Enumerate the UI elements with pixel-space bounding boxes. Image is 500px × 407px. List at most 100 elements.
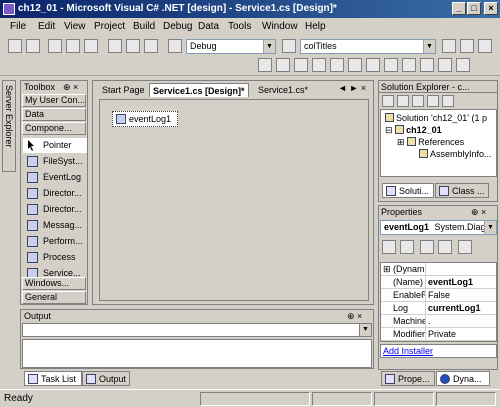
save-all-icon[interactable]: [84, 39, 98, 53]
align-left-icon[interactable]: [258, 58, 272, 72]
property-row-dynamic[interactable]: ⊞ (Dynami: [381, 263, 496, 276]
minimize-button[interactable]: _: [452, 2, 466, 15]
tab-output[interactable]: Output: [82, 371, 130, 386]
find-icon[interactable]: [282, 39, 296, 53]
menu-file[interactable]: File: [10, 21, 26, 32]
property-value[interactable]: .: [428, 315, 496, 327]
start-debug-icon[interactable]: [168, 39, 182, 53]
toolbox-item-pointer[interactable]: Pointer: [23, 138, 87, 153]
tree-item-solution[interactable]: Solution 'ch12_01' (1 p: [385, 112, 487, 124]
copy-icon[interactable]: [126, 39, 140, 53]
properties-icon[interactable]: [382, 95, 394, 107]
menu-build[interactable]: Build: [133, 21, 155, 32]
tab-solution-explorer[interactable]: Soluti...: [382, 183, 434, 198]
menu-project[interactable]: Project: [94, 21, 125, 32]
menu-window[interactable]: Window: [262, 21, 298, 32]
toolbox-category-general[interactable]: General: [22, 291, 86, 304]
toolbox-item-directoryentry[interactable]: Director...: [23, 186, 87, 201]
properties-object-select[interactable]: eventLog1 System.Diag ▼: [380, 220, 497, 235]
property-row-enableraisingevents[interactable]: EnableR False: [381, 289, 496, 302]
align-bottom-icon[interactable]: [348, 58, 362, 72]
property-row-machinename[interactable]: Machine .: [381, 315, 496, 328]
expand-icon[interactable]: ⊞: [397, 137, 405, 147]
toolbox-category-components[interactable]: Compone...: [22, 122, 86, 135]
collapse-icon[interactable]: ⊟: [385, 125, 393, 135]
property-row-log[interactable]: Log currentLog1: [381, 302, 496, 315]
toolbox-item-process[interactable]: Process: [23, 250, 87, 265]
tree-item-references[interactable]: ⊞ References: [397, 136, 464, 148]
tab-dynamic-help[interactable]: Dyna...: [436, 371, 490, 386]
toolbox-item-eventlog[interactable]: EventLog: [23, 170, 87, 185]
categorized-icon[interactable]: [382, 240, 396, 254]
show-all-files-icon[interactable]: [397, 95, 409, 107]
new-project-icon[interactable]: [8, 39, 22, 53]
tree-item-project[interactable]: ⊟ ch12_01: [385, 124, 442, 136]
menu-help[interactable]: Help: [305, 21, 326, 32]
chevron-down-icon[interactable]: ▼: [263, 40, 275, 53]
paste-icon[interactable]: [144, 39, 158, 53]
toolbox-category-user-controls[interactable]: My User Con...: [22, 94, 86, 107]
view-designer-icon[interactable]: [442, 95, 454, 107]
toolbox-icon[interactable]: [478, 39, 492, 53]
solution-explorer-icon[interactable]: [442, 39, 456, 53]
close-button[interactable]: ×: [484, 2, 498, 15]
cut-icon[interactable]: [108, 39, 122, 53]
spacing-icon[interactable]: [420, 58, 434, 72]
align-middle-icon[interactable]: [330, 58, 344, 72]
add-item-icon[interactable]: [26, 39, 40, 53]
make-same-size-icon[interactable]: [402, 58, 416, 72]
output-pin-close[interactable]: ⊕ ×: [347, 311, 362, 322]
maximize-button[interactable]: □: [467, 2, 481, 15]
toolbox-item-performancecounter[interactable]: Perform...: [23, 234, 87, 249]
output-text-area[interactable]: [22, 339, 372, 368]
tab-start-page[interactable]: Start Page: [99, 83, 148, 97]
tab-task-list[interactable]: Task List: [24, 371, 82, 386]
make-same-height-icon[interactable]: [384, 58, 398, 72]
events-icon[interactable]: [438, 240, 452, 254]
chevron-down-icon[interactable]: ▼: [484, 221, 496, 234]
open-icon[interactable]: [48, 39, 62, 53]
property-pages-icon[interactable]: [458, 240, 472, 254]
properties-pin-close[interactable]: ⊕ ×: [471, 207, 486, 218]
tab-service1-design[interactable]: Service1.cs [Design]*: [149, 83, 249, 97]
align-right-icon[interactable]: [294, 58, 308, 72]
property-row-modifiers[interactable]: Modifier Private: [381, 328, 496, 341]
design-surface[interactable]: eventLog1: [99, 99, 369, 301]
properties-view-icon[interactable]: [420, 240, 434, 254]
toolbox-pin-close[interactable]: ⊕ ×: [63, 82, 78, 93]
bring-to-front-icon[interactable]: [456, 58, 470, 72]
property-value[interactable]: Private: [428, 328, 496, 340]
eventlog1-component[interactable]: eventLog1: [112, 111, 178, 127]
align-center-icon[interactable]: [276, 58, 290, 72]
chevron-down-icon[interactable]: ▼: [359, 324, 371, 336]
menu-debug[interactable]: Debug: [163, 21, 192, 32]
server-explorer-tab[interactable]: Server Explorer: [2, 80, 16, 172]
property-value[interactable]: currentLog1: [428, 302, 496, 314]
toolbox-item-filesystemwatcher[interactable]: FileSyst...: [23, 154, 87, 169]
expand-icon[interactable]: ⊞: [383, 263, 391, 275]
configuration-select[interactable]: Debug ▼: [186, 39, 276, 54]
tab-class-view[interactable]: Class ...: [435, 183, 489, 198]
find-combo[interactable]: colTitles ▼: [300, 39, 436, 54]
menu-edit[interactable]: Edit: [38, 21, 55, 32]
make-same-width-icon[interactable]: [366, 58, 380, 72]
toolbox-category-windows-forms[interactable]: Windows...: [22, 277, 86, 290]
toolbox-item-directorysearcher[interactable]: Director...: [23, 202, 87, 217]
tab-nav-buttons[interactable]: ◄ ► ×: [338, 83, 366, 93]
menu-data[interactable]: Data: [198, 21, 219, 32]
output-source-select[interactable]: ▼: [22, 323, 372, 337]
properties-icon[interactable]: [460, 39, 474, 53]
center-horizontal-icon[interactable]: [438, 58, 452, 72]
tree-item-assemblyinfo[interactable]: AssemblyInfo...: [419, 148, 492, 160]
toolbox-item-messagequeue[interactable]: Messag...: [23, 218, 87, 233]
menu-tools[interactable]: Tools: [228, 21, 251, 32]
menu-view[interactable]: View: [64, 21, 86, 32]
tab-service1-code[interactable]: Service1.cs*: [255, 83, 311, 97]
add-installer-link[interactable]: Add Installer: [383, 346, 433, 356]
chevron-down-icon[interactable]: ▼: [423, 40, 435, 53]
property-value[interactable]: False: [428, 289, 496, 301]
toolbox-category-data[interactable]: Data: [22, 108, 86, 121]
save-icon[interactable]: [66, 39, 80, 53]
tab-properties[interactable]: Prope...: [381, 371, 435, 386]
align-top-icon[interactable]: [312, 58, 326, 72]
